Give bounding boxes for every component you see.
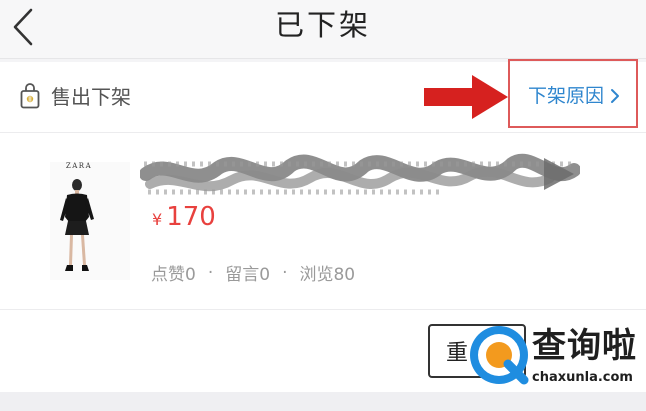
watermark-name: 查询啦 <box>532 326 637 366</box>
delist-reason-link[interactable]: 下架原因 <box>528 83 620 109</box>
stats-separator: · <box>207 262 214 283</box>
views-count: 浏览80 <box>299 265 356 285</box>
stats-separator: · <box>282 262 288 283</box>
nav-header: 已下架 <box>0 0 646 59</box>
chevron-right-icon <box>611 89 620 103</box>
status-label: 售出下架 <box>51 85 131 109</box>
annotation-arrow <box>424 75 508 119</box>
product-stats: 点赞0 · 留言0 · 浏览80 <box>151 260 356 286</box>
model-photo <box>60 179 94 271</box>
comments-count: 留言0 <box>225 265 271 285</box>
likes-count: 点赞0 <box>151 265 196 285</box>
watermark-url: chaxunla.com <box>532 370 633 385</box>
watermark-logo-icon <box>470 326 529 385</box>
product-price: ¥ 170 <box>152 202 216 232</box>
price-amount: 170 <box>166 202 216 232</box>
page-title: 已下架 <box>274 8 371 42</box>
obscured-product-title <box>140 153 580 195</box>
price-currency: ¥ <box>152 210 163 229</box>
shopping-bag-icon <box>20 83 40 109</box>
delist-reason-label: 下架原因 <box>528 85 605 107</box>
brand-logo: ZARA <box>65 162 93 170</box>
bottom-strip <box>0 392 646 411</box>
